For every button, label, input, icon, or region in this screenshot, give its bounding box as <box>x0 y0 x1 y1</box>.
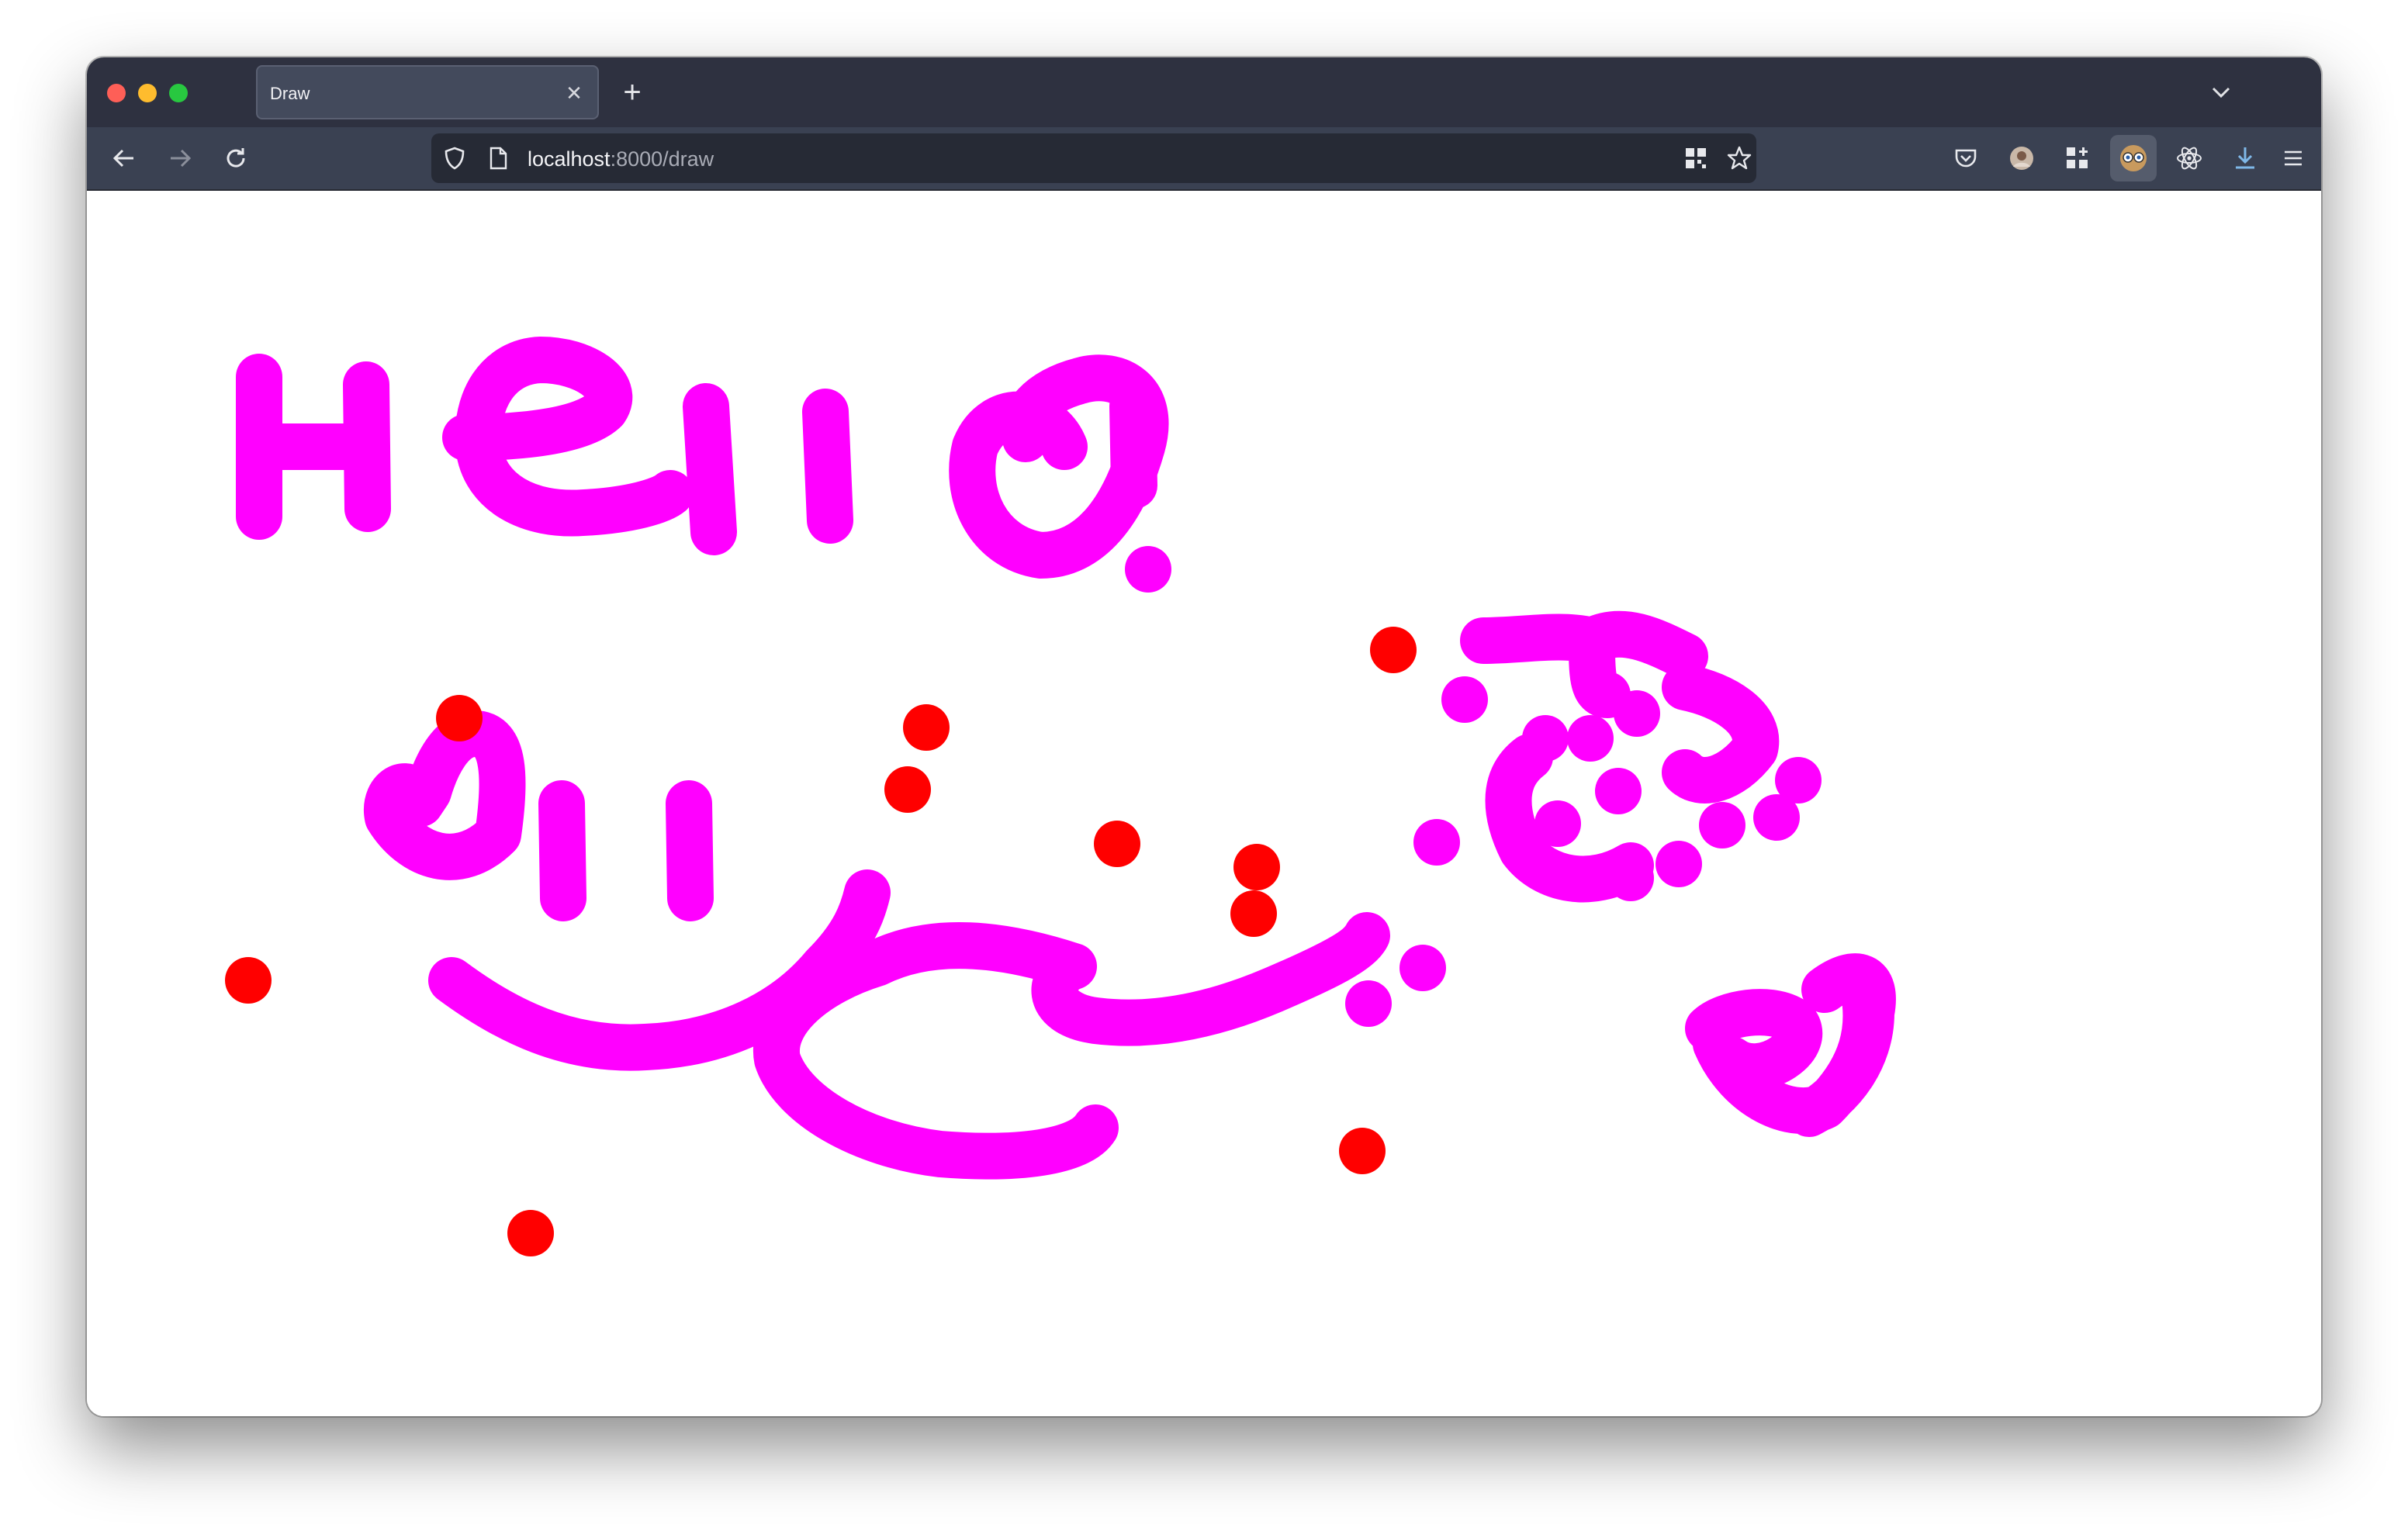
new-tab-button[interactable]: + <box>614 74 650 110</box>
tab-title: Draw <box>270 84 310 103</box>
red-dot <box>1339 1128 1386 1174</box>
exclamation-dot <box>1125 546 1171 593</box>
extensions-grid-icon <box>2067 147 2088 168</box>
red-dot <box>1370 627 1417 673</box>
magenta-strokes <box>236 337 1896 1180</box>
star-icon[interactable] <box>1724 143 1755 174</box>
stroke-scribble-b <box>1662 664 1780 804</box>
eyes-extension-button[interactable] <box>2110 135 2157 181</box>
minimize-window-button[interactable] <box>138 84 157 102</box>
back-button[interactable] <box>104 138 144 178</box>
scribble-dot <box>1441 676 1488 723</box>
url-text[interactable]: localhost:8000/draw <box>528 147 714 171</box>
red-dot <box>507 1210 554 1256</box>
stroke-l1 <box>683 383 737 555</box>
stroke-tongue <box>752 912 1390 1180</box>
tab-bar: Draw ✕ + <box>87 57 2321 127</box>
stroke-eye-right <box>666 780 714 921</box>
close-window-button[interactable] <box>107 84 126 102</box>
shield-icon[interactable] <box>439 143 470 174</box>
pocket-button[interactable] <box>1943 135 1989 181</box>
chevron-down-icon <box>2212 87 2230 98</box>
scribble-dot <box>1607 855 1654 901</box>
red-dot <box>903 704 950 751</box>
forward-button[interactable] <box>160 138 200 178</box>
zoom-window-button[interactable] <box>169 84 188 102</box>
scribble-dot <box>1595 768 1642 814</box>
stroke-l2 <box>802 389 853 544</box>
stroke-exclamation <box>1109 383 1157 509</box>
scribble-dot <box>1614 690 1660 737</box>
red-dot <box>1094 821 1140 867</box>
back-arrow-icon <box>112 149 133 168</box>
scribble-dot <box>1699 802 1745 848</box>
nav-toolbar: localhost:8000/draw <box>87 127 2321 191</box>
avatar-extension-icon <box>2010 147 2033 170</box>
avatar-extension-button[interactable] <box>1998 135 2045 181</box>
scribble-dot <box>1413 819 1460 866</box>
react-icon <box>2177 147 2202 170</box>
qr-code-icon[interactable] <box>1680 143 1711 174</box>
pocket-icon <box>1955 149 1977 168</box>
stroke-heart-left <box>364 710 526 880</box>
scribble-dot <box>1567 715 1614 762</box>
eyes-extension-icon <box>2120 145 2147 171</box>
browser-window: Draw ✕ + localhost:8000/draw <box>87 57 2321 1416</box>
scribble-dot <box>1656 841 1702 887</box>
scribble-dot <box>1534 800 1581 847</box>
red-dot <box>1230 890 1277 937</box>
red-dot <box>1233 844 1280 890</box>
list-tabs-button[interactable] <box>2202 73 2240 112</box>
red-dot <box>436 695 483 741</box>
red-dot <box>225 957 272 1004</box>
address-bar[interactable]: localhost:8000/draw <box>431 133 1756 183</box>
app-menu-button[interactable] <box>2270 135 2316 181</box>
trail-dot <box>1345 980 1392 1027</box>
stroke-eye-left <box>538 780 586 921</box>
hamburger-menu-icon <box>2285 150 2302 166</box>
stroke-e <box>442 337 694 537</box>
red-dot <box>884 766 931 813</box>
scribble-dot <box>1775 757 1822 804</box>
react-devtools-button[interactable] <box>2166 135 2213 181</box>
url-path: :8000/draw <box>610 147 714 171</box>
scribble-dot <box>1522 715 1569 762</box>
reload-icon <box>227 148 245 168</box>
reload-button[interactable] <box>216 138 256 178</box>
download-icon <box>2236 147 2254 169</box>
extensions-button[interactable] <box>2054 135 2101 181</box>
drawing-canvas[interactable] <box>87 191 2321 1416</box>
page-content <box>87 191 2321 1416</box>
forward-arrow-icon <box>171 149 192 168</box>
tab-draw[interactable]: Draw ✕ <box>256 65 599 119</box>
stroke-heart-right <box>1685 953 1896 1137</box>
url-host: localhost <box>528 147 611 171</box>
page-icon[interactable] <box>483 143 514 174</box>
trail-dot <box>1399 945 1446 991</box>
close-tab-icon[interactable]: ✕ <box>563 82 585 104</box>
downloads-button[interactable] <box>2222 135 2268 181</box>
